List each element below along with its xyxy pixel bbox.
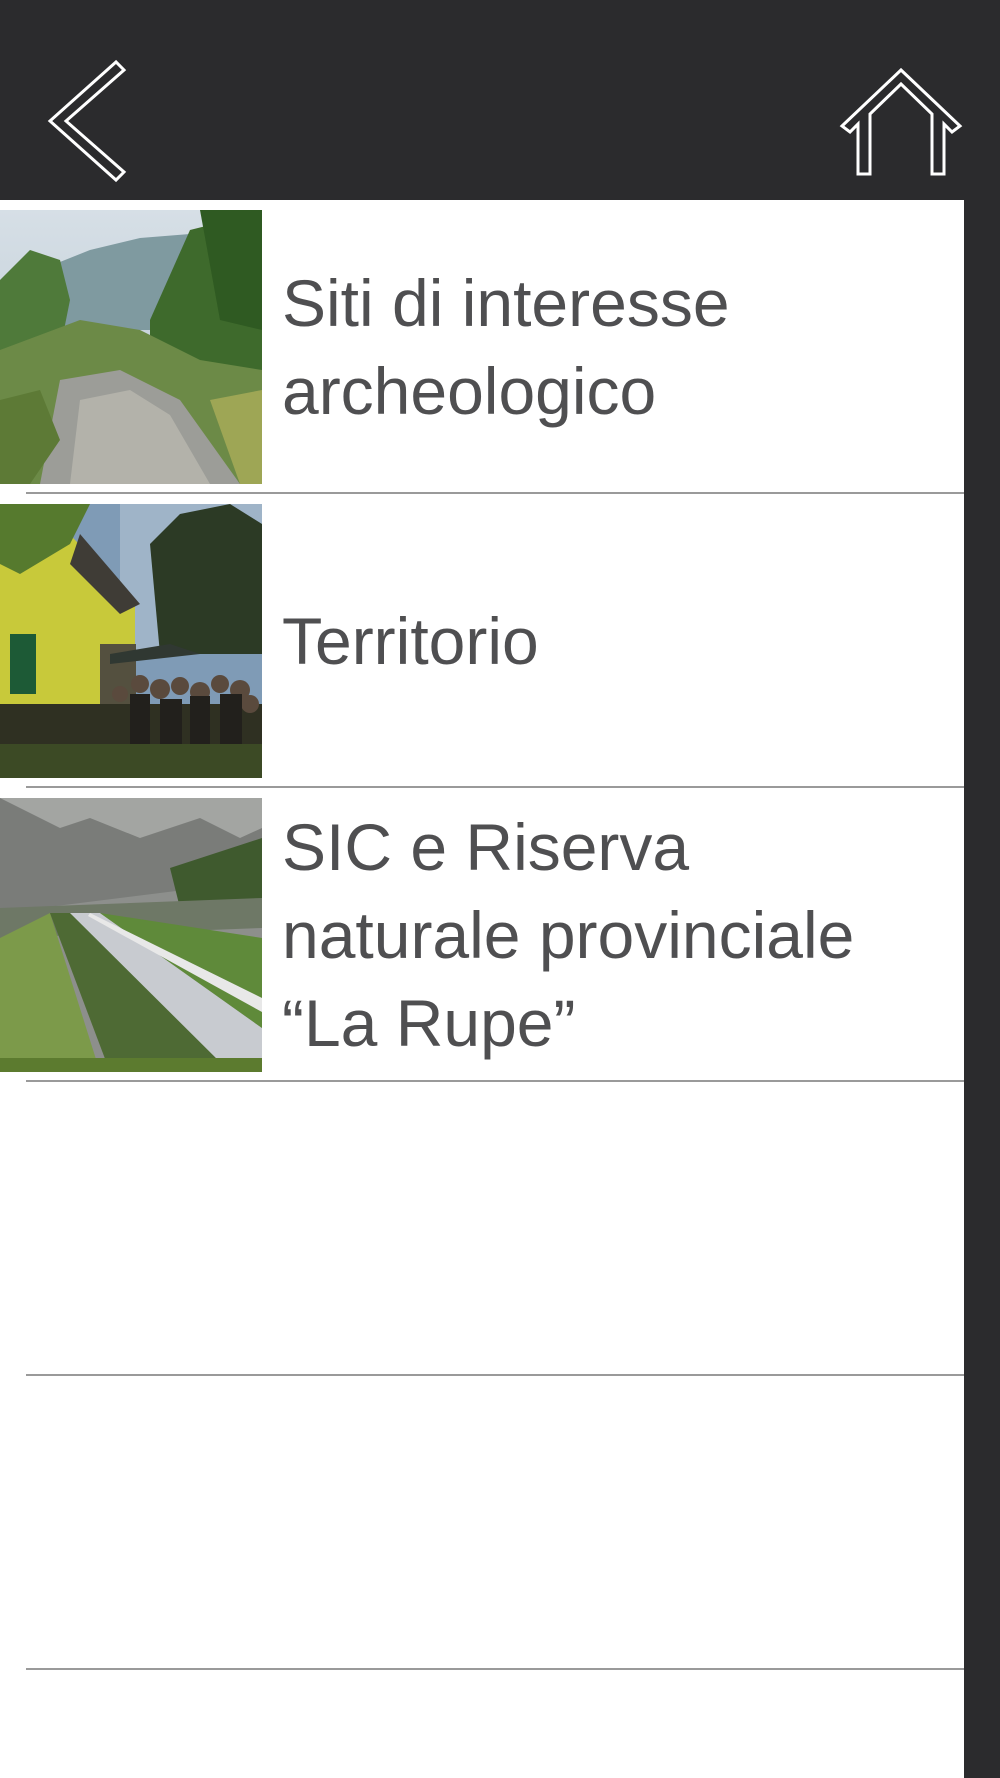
list-item-empty <box>0 1376 964 1670</box>
chevron-left-icon <box>47 59 127 183</box>
cliff-road-thumbnail <box>0 798 262 1072</box>
top-navigation-bar <box>0 0 1000 200</box>
list-item-label: SIC e Riserva naturale provinciale “La R… <box>282 810 855 1060</box>
row-divider <box>26 1668 964 1670</box>
list-item-empty <box>0 1082 964 1376</box>
evening-event-thumbnail <box>0 504 262 778</box>
home-button[interactable] <box>838 66 964 178</box>
list-item-riserva-la-rupe[interactable]: SIC e Riserva naturale provinciale “La R… <box>0 788 964 1082</box>
list-item-territorio[interactable]: Territorio <box>0 494 964 788</box>
list-item-label: Siti di interesse archeologico <box>282 266 730 428</box>
list-item-siti-archeologici[interactable]: Siti di interesse archeologico <box>0 200 964 494</box>
river-valley-thumbnail <box>0 210 262 484</box>
home-icon <box>839 67 963 176</box>
menu-list: Siti di interesse archeologico Territori… <box>0 200 964 1778</box>
back-button[interactable] <box>40 58 130 184</box>
list-item-label: Territorio <box>282 604 539 678</box>
